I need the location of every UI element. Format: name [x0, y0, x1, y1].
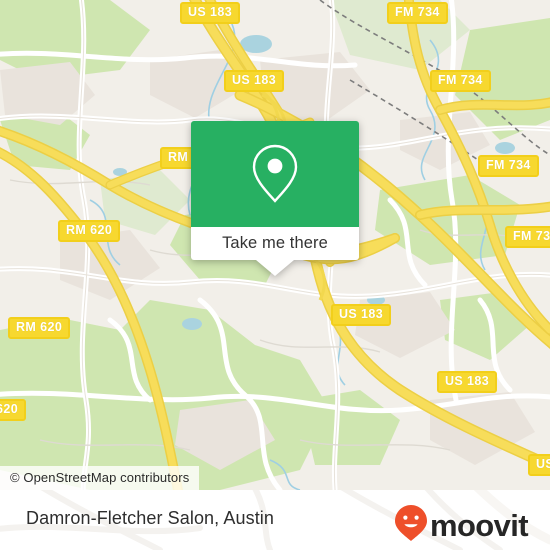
shield-us-edge[interactable]: US — [528, 454, 550, 476]
osm-attribution[interactable]: © OpenStreetMap contributors — [0, 466, 200, 490]
take-me-there-button[interactable]: Take me there — [191, 227, 359, 260]
shield-fm-734-top[interactable]: FM 734 — [387, 2, 448, 24]
shield-fm-734-upper[interactable]: FM 734 — [430, 70, 491, 92]
moovit-pin-smiley-icon — [394, 504, 428, 547]
place-title: Damron-Fletcher Salon, Austin — [26, 508, 275, 528]
shield-rm-620-lower-left[interactable]: RM 620 — [8, 317, 71, 339]
map-pin-icon — [251, 143, 299, 205]
shield-fm-734-right-lower[interactable]: FM 734 — [505, 226, 550, 248]
shield-620-edge[interactable]: 620 — [0, 399, 27, 421]
shield-us-183-top[interactable]: US 183 — [180, 2, 241, 24]
moovit-logo[interactable]: moovit — [394, 504, 529, 547]
shield-us-183-upper[interactable]: US 183 — [224, 70, 285, 92]
shield-us-183-right[interactable]: US 183 — [437, 371, 498, 393]
popup-header — [191, 121, 359, 227]
popup-pointer — [256, 260, 294, 276]
shield-fm-734-right[interactable]: FM 734 — [478, 155, 539, 177]
shield-us-183-center[interactable]: US 183 — [331, 304, 392, 326]
moovit-wordmark: moovit — [429, 508, 529, 543]
moovit-place-card: US 183 FM 734 US 183 FM 734 RM 620 FM 73… — [0, 0, 550, 550]
place-popup[interactable]: Take me there — [191, 121, 359, 276]
shield-rm-620-left[interactable]: RM 620 — [58, 220, 121, 242]
footer-bar: Damron-Fletcher Salon, Austin moovit — [0, 490, 550, 550]
